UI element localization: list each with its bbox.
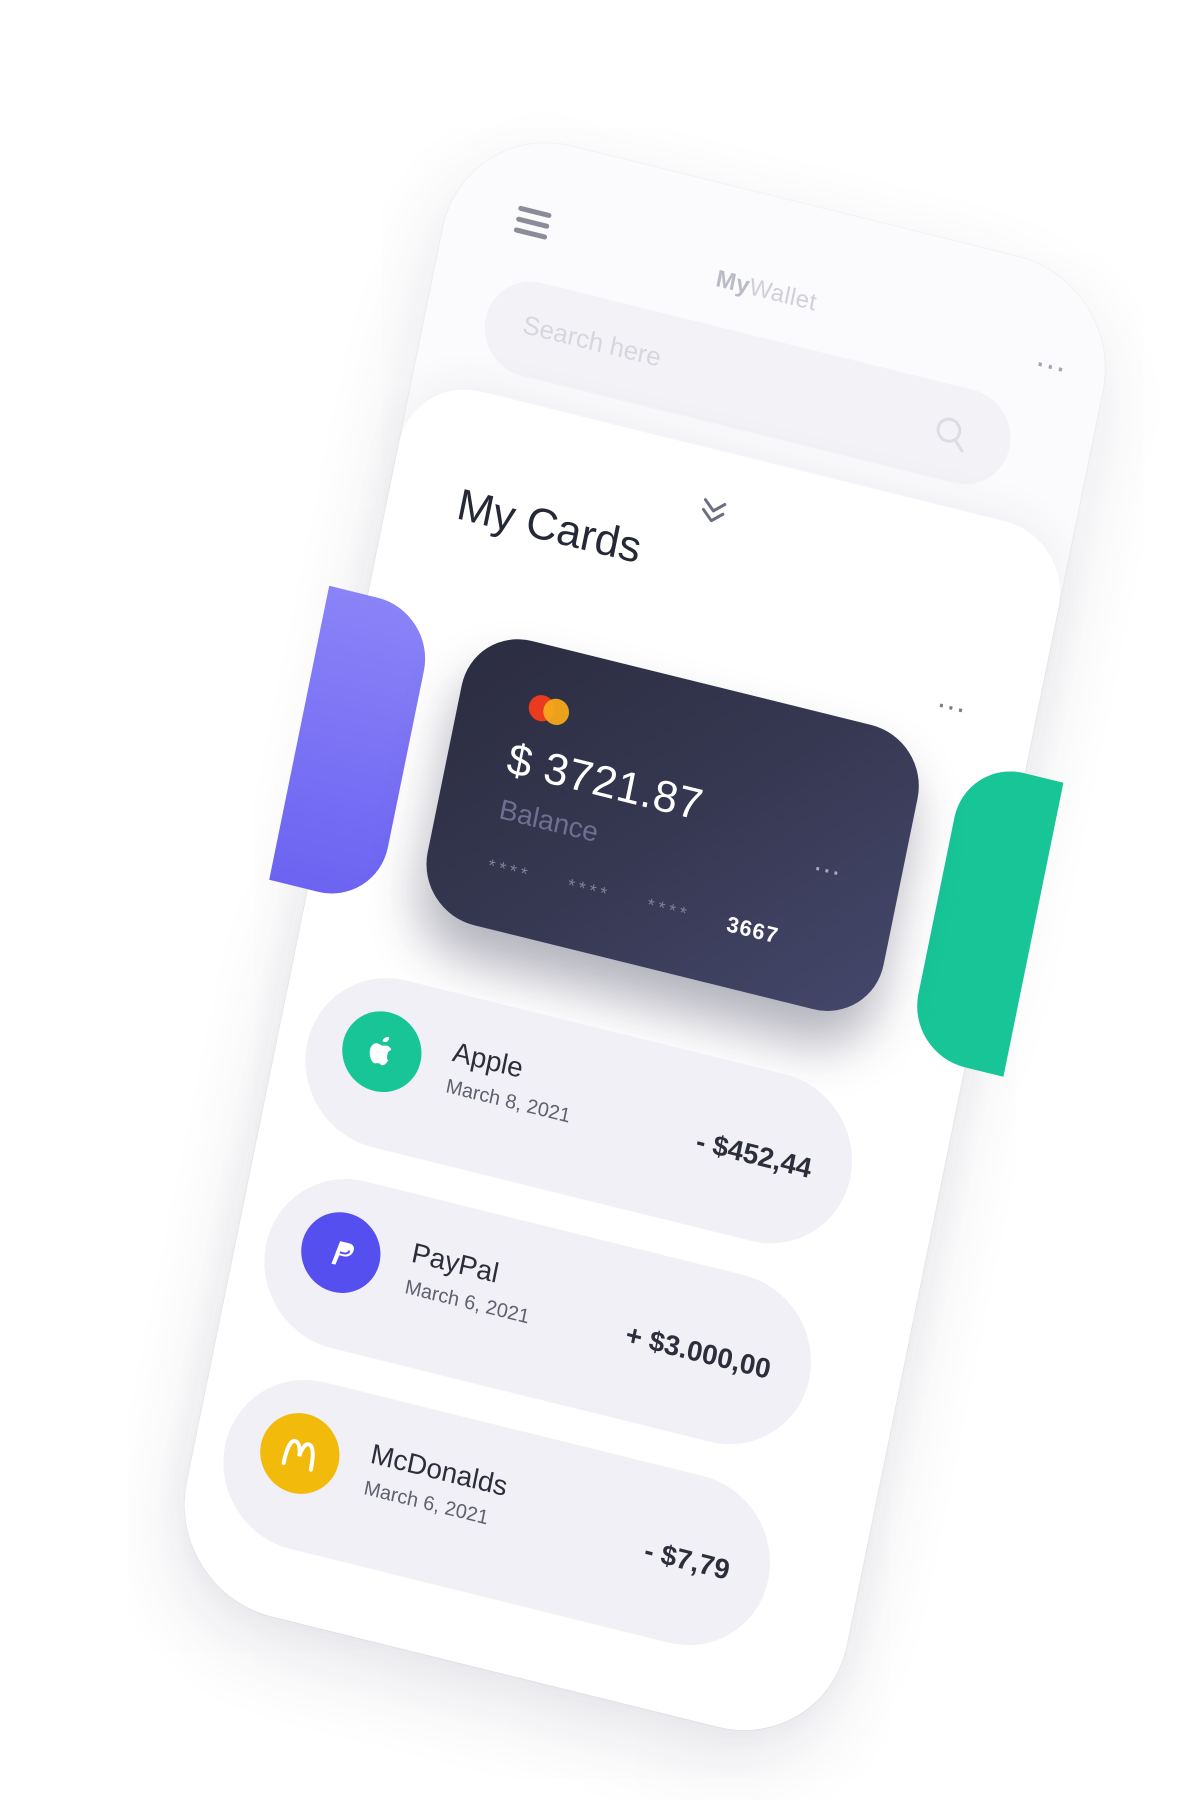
card-more-icon[interactable]: ... (812, 844, 846, 883)
card-number-mask: **** (645, 894, 693, 925)
transaction-list: Apple March 8, 2021 - $452,44 PayPal Mar… (201, 960, 868, 1697)
mastercard-logo (526, 692, 572, 728)
mcdonalds-icon (253, 1404, 347, 1503)
transaction-amount: + $3.000,00 (623, 1318, 774, 1385)
transaction-amount: - $452,44 (693, 1125, 815, 1184)
transaction-date: March 8, 2021 (443, 1075, 573, 1128)
card-last4: 3667 (724, 911, 781, 949)
previous-card[interactable] (269, 585, 436, 907)
transaction-amount: - $7,79 (641, 1534, 733, 1586)
card-number: **** **** **** 3667 (486, 852, 781, 949)
transaction-name: Apple (450, 1036, 526, 1084)
next-card[interactable] (906, 758, 1064, 1077)
card-number-mask: **** (486, 854, 534, 885)
search-icon[interactable] (928, 409, 975, 458)
chevron-double-down-icon[interactable] (693, 492, 733, 533)
transaction-date: March 6, 2021 (402, 1276, 532, 1329)
header-more-icon[interactable]: ... (1034, 336, 1072, 381)
apple-icon (335, 1002, 429, 1101)
cards-more-icon[interactable]: ... (935, 678, 971, 720)
stage: MyWallet ... My Cards ... $ 3 (0, 0, 1200, 1800)
section-title: My Cards (453, 479, 646, 573)
paypal-icon (294, 1203, 388, 1302)
credit-card[interactable]: $ 3721.87 Balance ... **** **** **** 366… (415, 626, 930, 1024)
card-number-mask: **** (565, 874, 613, 905)
cards-sheet: My Cards ... $ 3721.87 Balance ... **** … (165, 374, 1073, 1754)
phone-mockup: MyWallet ... My Cards ... $ 3 (165, 120, 1125, 1754)
